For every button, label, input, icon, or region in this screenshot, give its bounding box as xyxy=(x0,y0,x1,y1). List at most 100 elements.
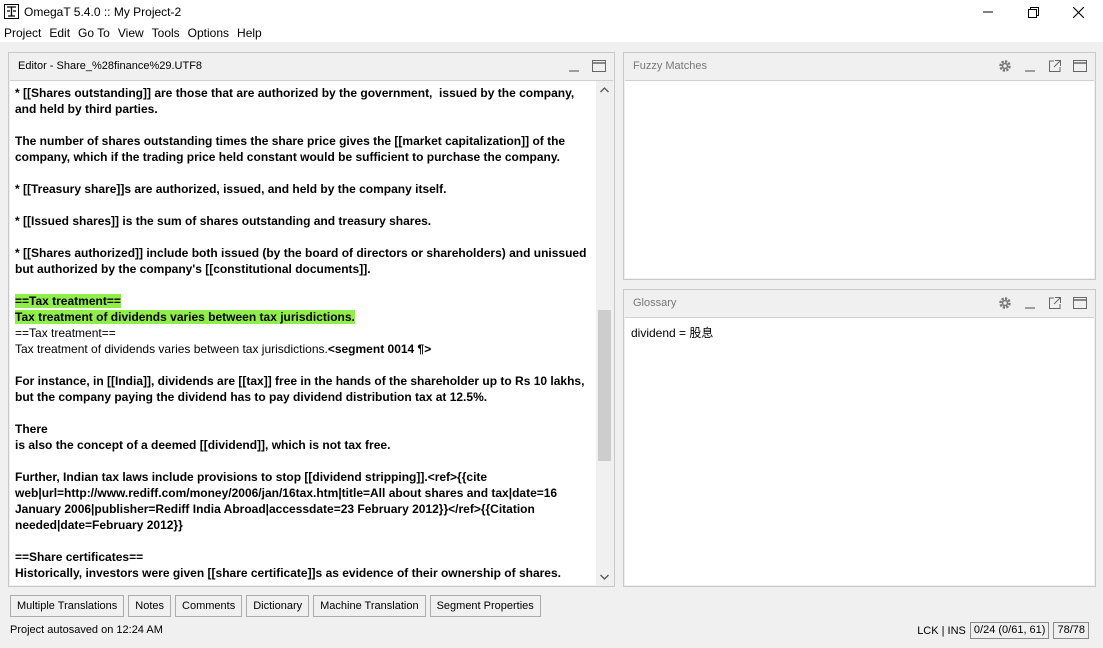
editor-body[interactable]: * [[Shares outstanding]] are those that … xyxy=(10,80,613,585)
segment-text: is also the concept of a deemed [[divide… xyxy=(15,438,391,452)
fuzzy-settings-button[interactable] xyxy=(995,57,1014,75)
editor-line[interactable]: For instance, in [[India]], dividends ar… xyxy=(15,373,593,389)
undock-icon xyxy=(1048,297,1061,309)
segment-text: There xyxy=(15,422,48,436)
editor-line[interactable] xyxy=(15,117,593,133)
fuzzy-maximize-button[interactable] xyxy=(1070,57,1089,75)
segment-text: web|url=http://www.rediff.com/money/2006… xyxy=(15,486,558,500)
minimize-button[interactable] xyxy=(965,0,1011,24)
status-indicators: LCK | INS 0/24 (0/61, 61) 78/78 xyxy=(917,622,1089,639)
menu-help[interactable]: Help xyxy=(233,24,266,42)
tab-dictionary[interactable]: Dictionary xyxy=(246,595,310,617)
status-mode: LCK | INS xyxy=(917,624,966,637)
segment-marker: <segment 0014 ¶> xyxy=(327,342,432,356)
segment-text: For instance, in [[India]], dividends ar… xyxy=(15,374,585,388)
editor-line[interactable] xyxy=(15,357,593,373)
editor-line[interactable]: needed|date=February 2012}} xyxy=(15,517,593,533)
status-progress: 0/24 (0/61, 61) xyxy=(969,622,1050,639)
editor-text-area[interactable]: * [[Shares outstanding]] are those that … xyxy=(15,85,593,581)
editor-line[interactable]: ==Tax treatment== xyxy=(15,293,593,309)
editor-line[interactable]: but authorized by the company's [[consti… xyxy=(15,261,593,277)
editor-line[interactable]: and held by third parties. xyxy=(15,101,593,117)
segment-text: and held by third parties. xyxy=(15,102,158,116)
editor-line[interactable] xyxy=(15,197,593,213)
segment-text: Further, Indian tax laws include provisi… xyxy=(15,470,488,484)
maximize-pane-icon xyxy=(591,60,606,72)
editor-line[interactable]: * [[Issued shares]] is the sum of shares… xyxy=(15,213,593,229)
editor-line[interactable]: There xyxy=(15,421,593,437)
tab-machine-translation[interactable]: Machine Translation xyxy=(313,595,426,617)
editor-line[interactable]: Further, Indian tax laws include provisi… xyxy=(15,469,593,485)
editor-line[interactable]: web|url=http://www.rediff.com/money/2006… xyxy=(15,485,593,501)
editor-title: Editor - Share_%28finance%29.UTF8 xyxy=(18,60,203,72)
minimize-pane-icon xyxy=(568,70,579,72)
status-segments: 78/78 xyxy=(1053,622,1089,639)
menu-options[interactable]: Options xyxy=(184,24,233,42)
glossary-maximize-button[interactable] xyxy=(1070,294,1089,312)
editor-line[interactable]: Tax treatment of dividends varies betwee… xyxy=(15,309,593,325)
editor-line[interactable]: but the company paying the dividend has … xyxy=(15,389,593,405)
editor-line[interactable]: is also the concept of a deemed [[divide… xyxy=(15,437,593,453)
tab-notes[interactable]: Notes xyxy=(128,595,172,617)
scroll-thumb[interactable] xyxy=(598,310,611,461)
scroll-up-button[interactable] xyxy=(596,81,613,98)
restore-icon xyxy=(1027,6,1039,18)
segment-text: * [[Shares outstanding]] are those that … xyxy=(15,86,575,100)
tab-multiple-translations[interactable]: Multiple Translations xyxy=(10,595,125,617)
minimize-pane-button[interactable] xyxy=(564,57,583,75)
editor-line[interactable]: Historically, investors were given [[sha… xyxy=(15,565,593,581)
glossary-settings-button[interactable] xyxy=(995,294,1014,312)
editor-line[interactable]: ==Tax treatment== xyxy=(15,325,593,341)
active-segment-target: Tax treatment of dividends varies betwee… xyxy=(15,342,328,356)
menu-view[interactable]: View xyxy=(114,24,148,42)
editor-line[interactable] xyxy=(15,229,593,245)
segment-text: but authorized by the company's [[consti… xyxy=(15,262,371,276)
active-segment-source: ==Tax treatment== xyxy=(15,294,121,308)
glossary-body[interactable]: dividend = 股息 xyxy=(625,317,1094,585)
segment-text: * [[Shares authorized]] include both iss… xyxy=(15,246,587,260)
editor-line[interactable]: ==Share certificates== xyxy=(15,549,593,565)
status-message: Project autosaved on 12:24 AM xyxy=(10,624,163,636)
close-button[interactable] xyxy=(1055,0,1101,24)
editor-line[interactable] xyxy=(15,405,593,421)
editor-line[interactable] xyxy=(15,165,593,181)
tab-comments[interactable]: Comments xyxy=(175,595,243,617)
editor-line[interactable]: The number of shares outstanding times t… xyxy=(15,133,593,149)
close-icon xyxy=(1072,6,1084,18)
editor-line[interactable]: January 2006|publisher=Rediff India Abro… xyxy=(15,501,593,517)
menu-bar: Project Edit Go To View Tools Options He… xyxy=(0,24,1103,42)
undock-icon xyxy=(1048,60,1061,72)
bottom-tabs: Multiple Translations Notes Comments Dic… xyxy=(10,595,541,617)
active-segment-source: Tax treatment of dividends varies betwee… xyxy=(15,310,355,324)
chevron-up-icon xyxy=(600,86,609,92)
maximize-button[interactable] xyxy=(1010,0,1056,24)
segment-text: needed|date=February 2012}} xyxy=(15,518,183,532)
menu-project[interactable]: Project xyxy=(0,24,45,42)
editor-line[interactable] xyxy=(15,277,593,293)
editor-scrollbar[interactable] xyxy=(596,81,613,585)
menu-edit[interactable]: Edit xyxy=(45,24,74,42)
chevron-down-icon xyxy=(600,574,609,580)
menu-tools[interactable]: Tools xyxy=(148,24,184,42)
editor-line[interactable] xyxy=(15,533,593,549)
menu-goto[interactable]: Go To xyxy=(74,24,114,42)
editor-line[interactable]: * [[Treasury share]]s are authorized, is… xyxy=(15,181,593,197)
segment-text: but the company paying the dividend has … xyxy=(15,390,488,404)
segment-text: company, which if the trading price held… xyxy=(15,150,560,164)
glossary-minimize-button[interactable] xyxy=(1020,294,1039,312)
editor-line[interactable]: * [[Shares outstanding]] are those that … xyxy=(15,85,593,101)
fuzzy-minimize-button[interactable] xyxy=(1020,57,1039,75)
maximize-pane-button[interactable] xyxy=(589,57,608,75)
tab-segment-properties[interactable]: Segment Properties xyxy=(429,595,541,617)
editor-line[interactable]: Tax treatment of dividends varies betwee… xyxy=(15,341,593,357)
fuzzy-body[interactable] xyxy=(625,80,1094,278)
editor-line[interactable] xyxy=(15,453,593,469)
editor-line[interactable]: * [[Shares authorized]] include both iss… xyxy=(15,245,593,261)
active-segment-target: ==Tax treatment== xyxy=(15,326,116,340)
glossary-entry[interactable]: dividend = 股息 xyxy=(631,324,713,341)
scroll-down-button[interactable] xyxy=(596,568,613,585)
editor-line[interactable]: company, which if the trading price held… xyxy=(15,149,593,165)
segment-text: ==Share certificates== xyxy=(15,550,144,564)
glossary-undock-button[interactable] xyxy=(1045,294,1064,312)
fuzzy-undock-button[interactable] xyxy=(1045,57,1064,75)
